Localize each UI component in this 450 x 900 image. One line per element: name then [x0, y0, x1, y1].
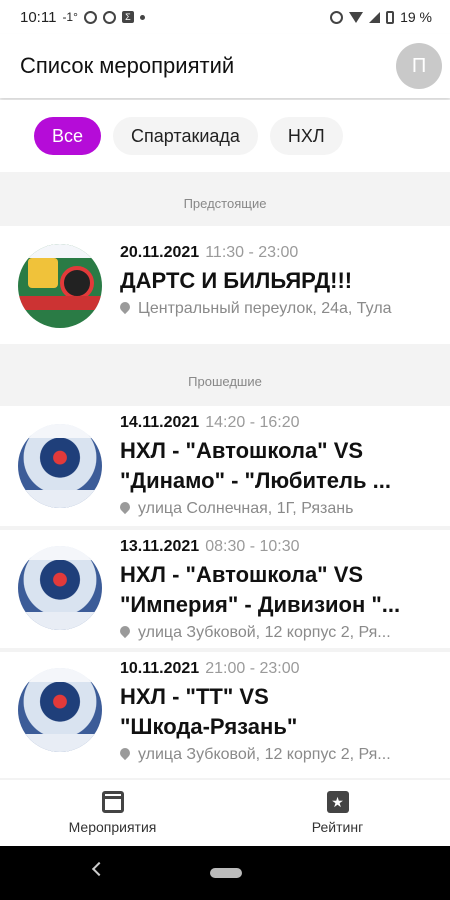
event-card[interactable]: 14.11.2021 14:20 - 16:20 НХЛ - "Автошкола… [0, 406, 450, 526]
event-location-text: улица Зубковой, 12 корпус 2, Ря... [138, 746, 391, 763]
event-location: Центральный переулок, 24а, Тула [120, 300, 440, 318]
event-info: 20.11.2021 11:30 - 23:00 ДАРТС И БИЛЬЯРД!… [120, 244, 440, 318]
nav-rating[interactable]: ★ Рейтинг [225, 780, 450, 846]
status-temperature: -1° [62, 10, 78, 24]
section-title-upcoming: Предстоящие [183, 196, 267, 211]
app-bar: Список мероприятий П [0, 34, 450, 98]
event-card[interactable]: 13.11.2021 08:30 - 10:30 НХЛ - "Автошкола… [0, 530, 450, 648]
location-pin-icon [120, 300, 133, 315]
event-location: улица Зубковой, 12 корпус 2, Ря... [120, 746, 440, 764]
event-location: улица Зубковой, 12 корпус 2, Ря... [120, 624, 440, 642]
status-right: 19 % [330, 9, 432, 25]
event-title-line: НХЛ - "Автошкола" VS [120, 562, 364, 587]
notification-icon [83, 10, 97, 24]
event-datetime: 14.11.2021 14:20 - 16:20 [120, 414, 440, 432]
nav-rating-label: Рейтинг [311, 819, 364, 835]
event-date: 10.11.2021 [120, 660, 200, 677]
nav-events[interactable]: Мероприятия [0, 780, 225, 846]
event-time: 08:30 - 10:30 [205, 538, 300, 555]
location-pin-icon [120, 500, 133, 515]
home-handle[interactable] [210, 868, 242, 878]
event-date: 14.11.2021 [120, 414, 200, 431]
event-card[interactable]: 20.11.2021 11:30 - 23:00 ДАРТС И БИЛЬЯРД!… [0, 226, 450, 344]
filter-chip-spartakiada[interactable]: Спартакиада [113, 117, 258, 155]
event-location-text: улица Зубковой, 12 корпус 2, Ря... [138, 624, 391, 641]
more-notifications-icon [139, 14, 145, 20]
event-date: 20.11.2021 [120, 244, 200, 261]
battery-level: 19 % [400, 9, 432, 25]
event-title: НХЛ - "Автошкола" VS "Империя" - Дивизио… [120, 560, 440, 620]
filter-chips: Все Спартакиада НХЛ [0, 100, 450, 172]
event-info: 10.11.2021 21:00 - 23:00 НХЛ - "ТТ" VS "Ш… [120, 660, 440, 764]
status-left: 10:11 -1° Σ [20, 9, 145, 26]
nav-events-label: Мероприятия [68, 819, 157, 835]
location-pin-icon [120, 624, 133, 639]
event-title-line: НХЛ - "ТТ" VS [120, 684, 269, 709]
status-bar: 10:11 -1° Σ 19 % [0, 0, 450, 34]
event-location: улица Солнечная, 1Г, Рязань [120, 500, 440, 518]
notification-icon: Σ [121, 11, 134, 23]
event-info: 14.11.2021 14:20 - 16:20 НХЛ - "Автошкола… [120, 414, 440, 518]
filter-chip-all[interactable]: Все [34, 117, 102, 155]
event-date: 13.11.2021 [120, 538, 200, 555]
bottom-nav: Мероприятия ★ Рейтинг [0, 780, 450, 846]
event-datetime: 10.11.2021 21:00 - 23:00 [120, 660, 440, 678]
event-datetime: 13.11.2021 08:30 - 10:30 [120, 538, 440, 556]
event-thumbnail [18, 244, 102, 328]
event-time: 21:00 - 23:00 [205, 660, 300, 677]
event-time: 11:30 - 23:00 [205, 244, 299, 261]
event-card[interactable]: 10.11.2021 21:00 - 23:00 НХЛ - "ТТ" VS "Ш… [0, 652, 450, 778]
event-title: НХЛ - "ТТ" VS "Шкода-Рязань" [120, 682, 440, 742]
page-title: Список мероприятий [20, 53, 235, 78]
event-thumbnail [18, 546, 102, 630]
event-title-line: ДАРТС И БИЛЬЯРД!!! [120, 268, 353, 293]
event-datetime: 20.11.2021 11:30 - 23:00 [120, 244, 440, 262]
event-title: НХЛ - "Автошкола" VS "Динамо" - "Любител… [120, 436, 440, 496]
event-location-text: Центральный переулок, 24а, Тула [138, 300, 392, 317]
wifi-icon [349, 11, 364, 23]
signal-icon [369, 11, 381, 23]
system-nav-bar [0, 846, 450, 900]
event-title-line: НХЛ - "Автошкола" VS [120, 438, 364, 463]
event-time: 14:20 - 16:20 [205, 414, 300, 431]
status-time: 10:11 [20, 8, 57, 26]
star-icon: ★ [326, 791, 349, 813]
event-location-text: улица Солнечная, 1Г, Рязань [138, 500, 354, 517]
event-title-line: "Империя" - Дивизион "... [120, 592, 401, 617]
event-info: 13.11.2021 08:30 - 10:30 НХЛ - "Автошкола… [120, 538, 440, 642]
battery-icon [386, 10, 395, 24]
event-thumbnail [18, 424, 102, 508]
avatar[interactable]: П [396, 43, 442, 89]
notification-icon [102, 10, 116, 24]
calendar-icon [101, 791, 124, 813]
filter-chip-nhl[interactable]: НХЛ [269, 117, 343, 155]
back-icon[interactable] [91, 861, 107, 877]
location-pin-icon [120, 746, 133, 761]
dnd-icon [330, 10, 344, 24]
event-title-line: "Шкода-Рязань" [120, 714, 298, 739]
event-title: ДАРТС И БИЛЬЯРД!!! [120, 266, 440, 296]
event-thumbnail [18, 668, 102, 752]
section-title-past: Прошедшие [188, 374, 262, 389]
event-title-line: "Динамо" - "Любитель ... [120, 468, 391, 493]
